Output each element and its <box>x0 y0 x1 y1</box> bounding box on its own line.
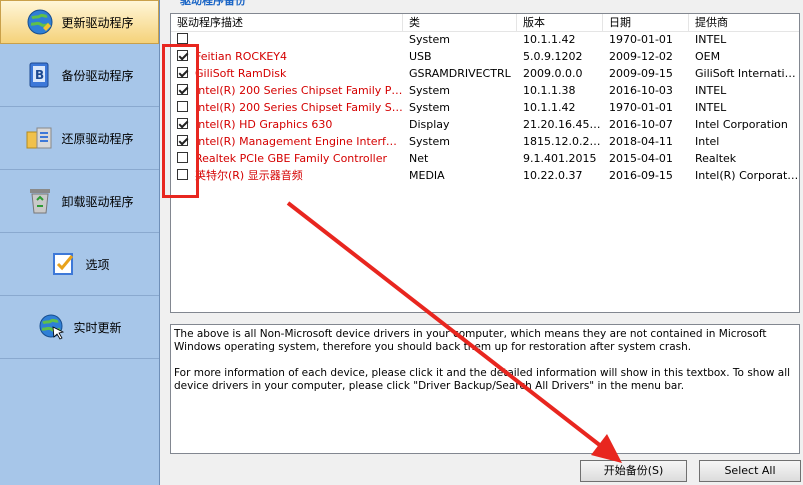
cell-provider: INTEL <box>695 101 727 114</box>
cell-class: Net <box>409 152 429 165</box>
sidebar: 更新驱动程序 B 备份驱动程序 还原驱动程序 卸载驱动程序 选项 实时更新 <box>0 0 160 485</box>
nav-uninstall-drivers[interactable]: 卸载驱动程序 <box>0 170 159 233</box>
table-row[interactable]: Intel(R) Management Engine Interface Syst… <box>171 133 799 150</box>
table-row[interactable]: Intel(R) 200 Series Chipset Family PMC -… <box>171 82 799 99</box>
section-title: 驱动程序备份 <box>180 0 246 7</box>
cell-class: System <box>409 84 451 97</box>
table-row[interactable]: Intel(R) HD Graphics 630 Display 21.20.16.… <box>171 116 799 133</box>
cell-description: Feitian ROCKEY4 <box>195 50 287 63</box>
cell-class: Display <box>409 118 450 131</box>
cell-class: System <box>409 135 451 148</box>
cell-description <box>171 31 403 48</box>
cell-date: 1970-01-01 <box>609 33 673 46</box>
table-row[interactable]: System 10.1.1.42 1970-01-01 INTEL <box>171 31 799 48</box>
column-header-description[interactable]: 驱动程序描述 <box>171 14 403 31</box>
cell-description: Intel(R) 200 Series Chipset Family PMC -… <box>195 84 403 97</box>
cell-provider: Realtek <box>695 152 737 165</box>
cell-description: Intel(R) Management Engine Interface <box>195 135 403 148</box>
table-row[interactable]: 英特尔(R) 显示器音频 MEDIA 10.22.0.37 2016-09-15 Int… <box>171 167 799 184</box>
cell-provider: Intel <box>695 135 720 148</box>
table-row[interactable]: Realtek PCIe GBE Family Controller Net 9.1… <box>171 150 799 167</box>
globe-cursor-icon <box>37 312 67 342</box>
cell-class: GSRAMDRIVECTRL <box>409 67 511 80</box>
nav-backup-drivers[interactable]: B 备份驱动程序 <box>0 44 159 107</box>
select-all-button[interactable]: Select All <box>699 460 801 482</box>
cell-class: System <box>409 101 451 114</box>
cell-date: 2016-10-03 <box>609 84 673 97</box>
cell-version: 2009.0.0.0 <box>523 67 583 80</box>
cell-date: 2016-09-15 <box>609 169 673 182</box>
cell-provider: GiliSoft International... <box>695 67 799 80</box>
cell-provider: INTEL <box>695 33 727 46</box>
table-row[interactable]: Feitian ROCKEY4 USB 5.0.9.1202 2009-12-02 OE… <box>171 48 799 65</box>
column-header-version[interactable]: 版本 <box>517 14 603 31</box>
nav-restore-drivers[interactable]: 还原驱动程序 <box>0 107 159 170</box>
main-panel: 驱动程序备份 驱动程序描述 类 版本 日期 提供商 System 10.1.1.4… <box>160 0 803 485</box>
table-row[interactable]: GiliSoft RamDisk GSRAMDRIVECTRL 2009.0.0.0… <box>171 65 799 82</box>
cell-provider: OEM <box>695 50 721 63</box>
cell-provider: INTEL <box>695 84 727 97</box>
cell-date: 1970-01-01 <box>609 101 673 114</box>
cell-class: System <box>409 33 451 46</box>
nav-label: 卸载驱动程序 <box>61 194 134 209</box>
column-header-provider[interactable]: 提供商 <box>689 14 799 31</box>
nav-label: 还原驱动程序 <box>61 131 134 146</box>
info-text-help: For more information of each device, ple… <box>174 367 791 392</box>
column-header-date[interactable]: 日期 <box>603 14 689 31</box>
cell-version: 21.20.16.4534 <box>523 118 603 131</box>
cell-description: Intel(R) HD Graphics 630 <box>195 118 333 131</box>
cell-date: 2009-09-15 <box>609 67 673 80</box>
svg-text:B: B <box>35 68 44 82</box>
info-text-summary: The above is all Non-Microsoft device dr… <box>174 328 767 353</box>
driver-table[interactable]: 驱动程序描述 类 版本 日期 提供商 System 10.1.1.42 1970-0… <box>170 13 800 313</box>
column-header-class[interactable]: 类 <box>403 14 517 31</box>
cell-class: USB <box>409 50 432 63</box>
cell-version: 10.1.1.42 <box>523 101 576 114</box>
cell-provider: Intel Corporation <box>695 118 788 131</box>
cell-date: 2016-10-07 <box>609 118 673 131</box>
table-header: 驱动程序描述 类 版本 日期 提供商 <box>171 14 799 32</box>
cell-version: 10.22.0.37 <box>523 169 583 182</box>
cell-version: 5.0.9.1202 <box>523 50 583 63</box>
cell-version: 1815.12.0.20... <box>523 135 603 148</box>
cell-date: 2018-04-11 <box>609 135 673 148</box>
cell-description: Intel(R) 200 Series Chipset Family SMBU.… <box>195 101 403 114</box>
cell-version: 9.1.401.2015 <box>523 152 597 165</box>
cell-description: 英特尔(R) 显示器音频 <box>195 169 303 182</box>
cell-class: MEDIA <box>409 169 445 182</box>
nav-options[interactable]: 选项 <box>0 233 159 296</box>
annotation-checkbox-highlight <box>162 44 199 198</box>
cell-description: Realtek PCIe GBE Family Controller <box>195 152 388 165</box>
recycle-bin-icon <box>25 186 55 216</box>
nav-label: 选项 <box>85 257 110 272</box>
backup-book-icon: B <box>25 60 55 90</box>
start-backup-button[interactable]: 开始备份(S) <box>580 460 687 482</box>
cell-date: 2009-12-02 <box>609 50 673 63</box>
table-row[interactable]: Intel(R) 200 Series Chipset Family SMBU.… <box>171 99 799 116</box>
checklist-icon <box>49 249 79 279</box>
cell-version: 10.1.1.38 <box>523 84 576 97</box>
cell-provider: Intel(R) Corporation <box>695 169 800 182</box>
nav-live-update[interactable]: 实时更新 <box>0 296 159 359</box>
nav-label: 更新驱动程序 <box>61 15 134 30</box>
restore-folder-icon <box>25 123 55 153</box>
cell-description: GiliSoft RamDisk <box>195 67 287 80</box>
nav-update-drivers[interactable]: 更新驱动程序 <box>0 0 159 44</box>
cell-version: 10.1.1.42 <box>523 33 576 46</box>
nav-label: 备份驱动程序 <box>61 68 134 83</box>
nav-label: 实时更新 <box>73 320 122 335</box>
cell-date: 2015-04-01 <box>609 152 673 165</box>
globe-update-icon <box>25 7 55 37</box>
driver-info-textbox[interactable]: The above is all Non-Microsoft device dr… <box>170 324 800 454</box>
